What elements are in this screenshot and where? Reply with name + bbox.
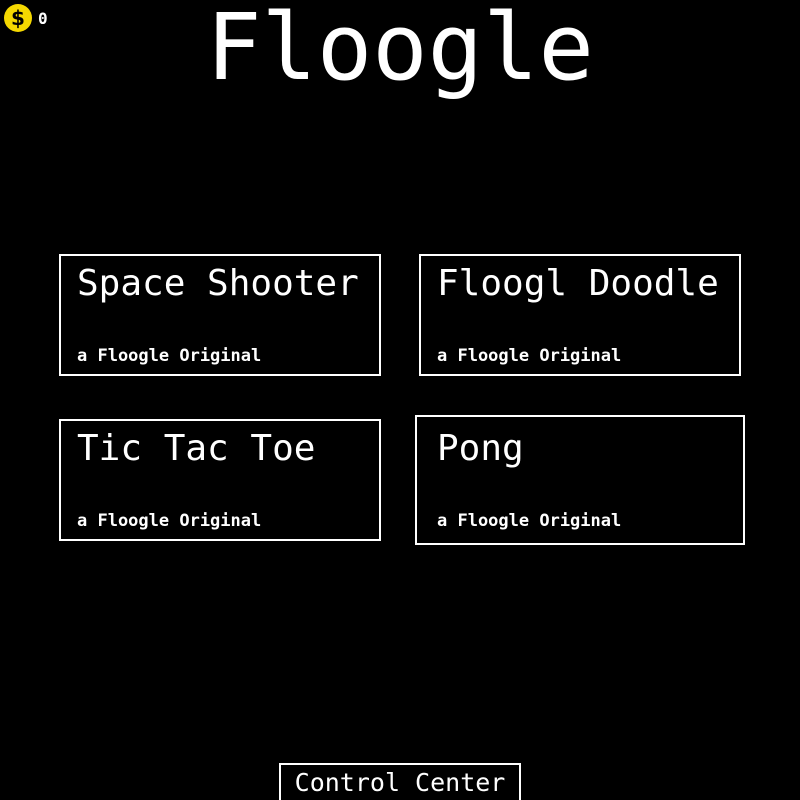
- game-subtitle: a Floogle Original: [437, 511, 622, 531]
- game-title: Pong: [437, 428, 524, 469]
- game-title: Floogl Doodle: [437, 263, 719, 304]
- game-subtitle: a Floogle Original: [77, 511, 262, 531]
- game-subtitle: a Floogle Original: [77, 346, 262, 366]
- game-title: Space Shooter: [77, 263, 359, 304]
- game-title: Tic Tac Toe: [77, 428, 316, 469]
- app-title: Floogle: [206, 0, 594, 101]
- game-card-floogl-doodle[interactable]: Floogl Doodle a Floogle Original: [419, 254, 741, 376]
- game-subtitle: a Floogle Original: [437, 346, 622, 366]
- control-center-button[interactable]: Control Center: [279, 763, 521, 800]
- game-card-tic-tac-toe[interactable]: Tic Tac Toe a Floogle Original: [59, 419, 381, 541]
- game-card-space-shooter[interactable]: Space Shooter a Floogle Original: [59, 254, 381, 376]
- game-card-pong[interactable]: Pong a Floogle Original: [415, 415, 745, 545]
